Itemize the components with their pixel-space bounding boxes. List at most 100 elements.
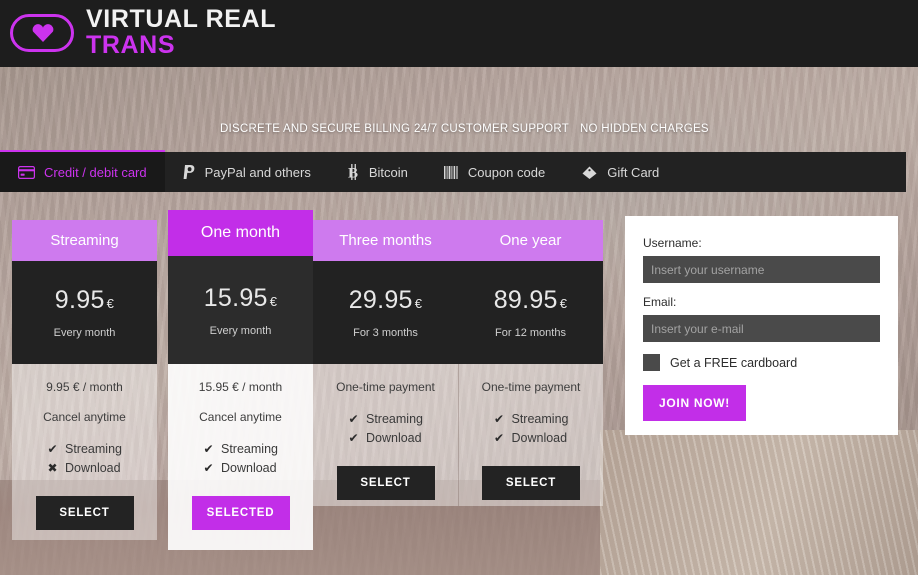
promo-item-billing: DISCRETE AND SECURE BILLING <box>220 123 411 135</box>
select-plan-button[interactable]: SELECT <box>336 466 435 500</box>
username-input[interactable] <box>643 256 880 283</box>
bitcoin-icon: B <box>347 164 360 180</box>
barcode-icon <box>443 165 459 179</box>
plan-price-currency: € <box>106 296 115 311</box>
payment-method-tabs: Credit / debit card PayPal and others B … <box>0 150 906 192</box>
tab-bitcoin[interactable]: B Bitcoin <box>329 152 426 192</box>
plan-feature-row: ✔ Download <box>494 429 569 448</box>
plan-feature-label: Download <box>366 431 422 445</box>
join-now-button[interactable]: JOIN NOW! <box>643 385 746 421</box>
plan-note: One-time payment <box>336 380 435 394</box>
select-plan-button[interactable]: SELECT <box>35 496 134 530</box>
username-label: Username: <box>643 236 702 250</box>
plan-feature-row: ✔ Download <box>348 429 423 448</box>
plan-feature-label: Streaming <box>511 412 569 426</box>
cardboard-checkbox-label: Get a FREE cardboard <box>670 355 798 370</box>
plan-cancel-note: Cancel anytime <box>199 410 282 424</box>
plan-feature-row: ✔ Streaming <box>494 410 569 429</box>
cardboard-checkbox-row[interactable]: Get a FREE cardboard <box>643 354 880 371</box>
plan-card-three-months: Three months 29.95 € For 3 months One-tim… <box>313 220 458 506</box>
logo-line-2: TRANS <box>86 31 176 59</box>
tab-gift-card[interactable]: Gift Card <box>563 152 677 192</box>
plan-note: 15.95 € / month <box>198 380 283 394</box>
svg-text:B: B <box>348 166 358 181</box>
site-header: VIRTUAL REAL TRANS <box>0 0 918 67</box>
plan-cancel-note: Cancel anytime <box>43 410 126 424</box>
plan-card-one-month: One month 15.95 € Every month 15.95 € / m… <box>168 210 313 550</box>
check-icon: ✔ <box>47 442 58 456</box>
plan-period: Every month <box>53 327 116 339</box>
site-logo[interactable]: VIRTUAL REAL TRANS <box>10 7 276 58</box>
tab-label-bitcoin: Bitcoin <box>368 164 408 180</box>
plan-period: For 12 months <box>495 327 566 339</box>
plan-feature-row: ✔ Download <box>203 459 278 478</box>
plan-feature-label: Download <box>511 431 568 445</box>
plan-feature-row: ✔ Streaming <box>47 440 122 459</box>
plan-features: 9.95 € / month Cancel anytime ✔ Streamin… <box>12 364 157 540</box>
background-hair-texture <box>600 430 918 575</box>
plan-price-block: 29.95 € For 3 months <box>313 261 458 364</box>
email-label: Email: <box>643 295 677 309</box>
plan-price-amount: 89.95 <box>493 286 558 314</box>
plan-price-amount: 29.95 <box>348 286 413 314</box>
cross-icon: ✖ <box>47 461 58 475</box>
tab-label-gift-card: Gift Card <box>607 164 660 180</box>
plan-price-currency: € <box>269 293 278 309</box>
plan-note: 9.95 € / month <box>46 380 123 394</box>
plan-feature-label: Download <box>65 461 121 475</box>
pricing-table: Streaming 9.95 € Every month 9.95 € / mon… <box>12 210 603 550</box>
tab-paypal[interactable]: PayPal and others <box>165 152 329 192</box>
tab-label-coupon-code: Coupon code <box>467 164 546 180</box>
plan-price-amount: 9.95 <box>54 286 105 314</box>
gift-tag-icon <box>581 165 598 180</box>
check-icon: ✔ <box>348 431 359 445</box>
plan-feature-row: ✔ Streaming <box>203 440 278 459</box>
promo-strip: DISCRETE AND SECURE BILLING 24/7 CUSTOME… <box>0 118 918 140</box>
select-plan-button[interactable]: SELECTED <box>191 496 290 530</box>
plan-feature-row: ✖ Download <box>47 459 122 478</box>
plan-card-one-year: One year 89.95 € For 12 months One-time p… <box>458 220 603 506</box>
credit-card-icon <box>18 165 35 179</box>
plan-price: 15.95 € <box>204 284 278 313</box>
plan-features: One-time payment ✔ Streaming ✔ Download … <box>313 364 458 506</box>
email-input[interactable] <box>643 315 880 342</box>
plan-period: For 3 months <box>353 327 418 339</box>
plan-price-amount: 15.95 <box>203 283 268 312</box>
check-icon: ✔ <box>203 461 214 475</box>
logo-line-1: VIRTUAL REAL <box>86 5 277 33</box>
paypal-icon <box>183 164 196 180</box>
tab-label-credit-debit-card: Credit / debit card <box>44 164 147 180</box>
plan-period: Every month <box>209 324 272 337</box>
tab-credit-debit-card[interactable]: Credit / debit card <box>0 150 165 192</box>
plan-note: One-time payment <box>481 380 581 394</box>
select-plan-button[interactable]: SELECT <box>482 466 580 500</box>
plan-title: Three months <box>313 220 458 261</box>
plan-price-currency: € <box>559 296 568 311</box>
tab-label-paypal: PayPal and others <box>204 164 311 180</box>
plan-price: 9.95 € <box>55 286 114 315</box>
tab-coupon-code[interactable]: Coupon code <box>426 152 563 192</box>
plan-feature-list: ✔ Streaming ✔ Download <box>494 410 569 448</box>
plan-price: 89.95 € <box>494 286 568 315</box>
signup-form: Username: Email: Get a FREE cardboard JO… <box>625 216 898 435</box>
plan-price-block: 15.95 € Every month <box>168 256 313 364</box>
plan-feature-row: ✔ Streaming <box>348 410 423 429</box>
plan-price: 29.95 € <box>349 286 423 315</box>
check-icon: ✔ <box>348 412 359 426</box>
plan-price-block: 89.95 € For 12 months <box>458 261 603 364</box>
plan-feature-label: Streaming <box>221 442 278 456</box>
plan-feature-list: ✔ Streaming ✔ Download <box>203 440 278 478</box>
logo-wordmark: VIRTUAL REAL TRANS <box>86 7 276 58</box>
cardboard-checkbox[interactable] <box>643 354 660 371</box>
plan-price-block: 9.95 € Every month <box>12 261 157 364</box>
plan-title: One year <box>458 220 603 261</box>
plan-title: Streaming <box>12 220 157 261</box>
promo-item-support: 24/7 CUSTOMER SUPPORT <box>414 123 570 135</box>
heart-icon <box>32 23 54 42</box>
heart-in-pill-icon <box>10 13 74 52</box>
plan-price-currency: € <box>414 296 423 311</box>
plan-feature-label: Streaming <box>65 442 122 456</box>
plan-features: 15.95 € / month Cancel anytime ✔ Streami… <box>168 364 313 550</box>
page-root: VIRTUAL REAL TRANS DISCRETE AND SECURE B… <box>0 0 918 575</box>
plan-feature-label: Streaming <box>366 412 423 426</box>
